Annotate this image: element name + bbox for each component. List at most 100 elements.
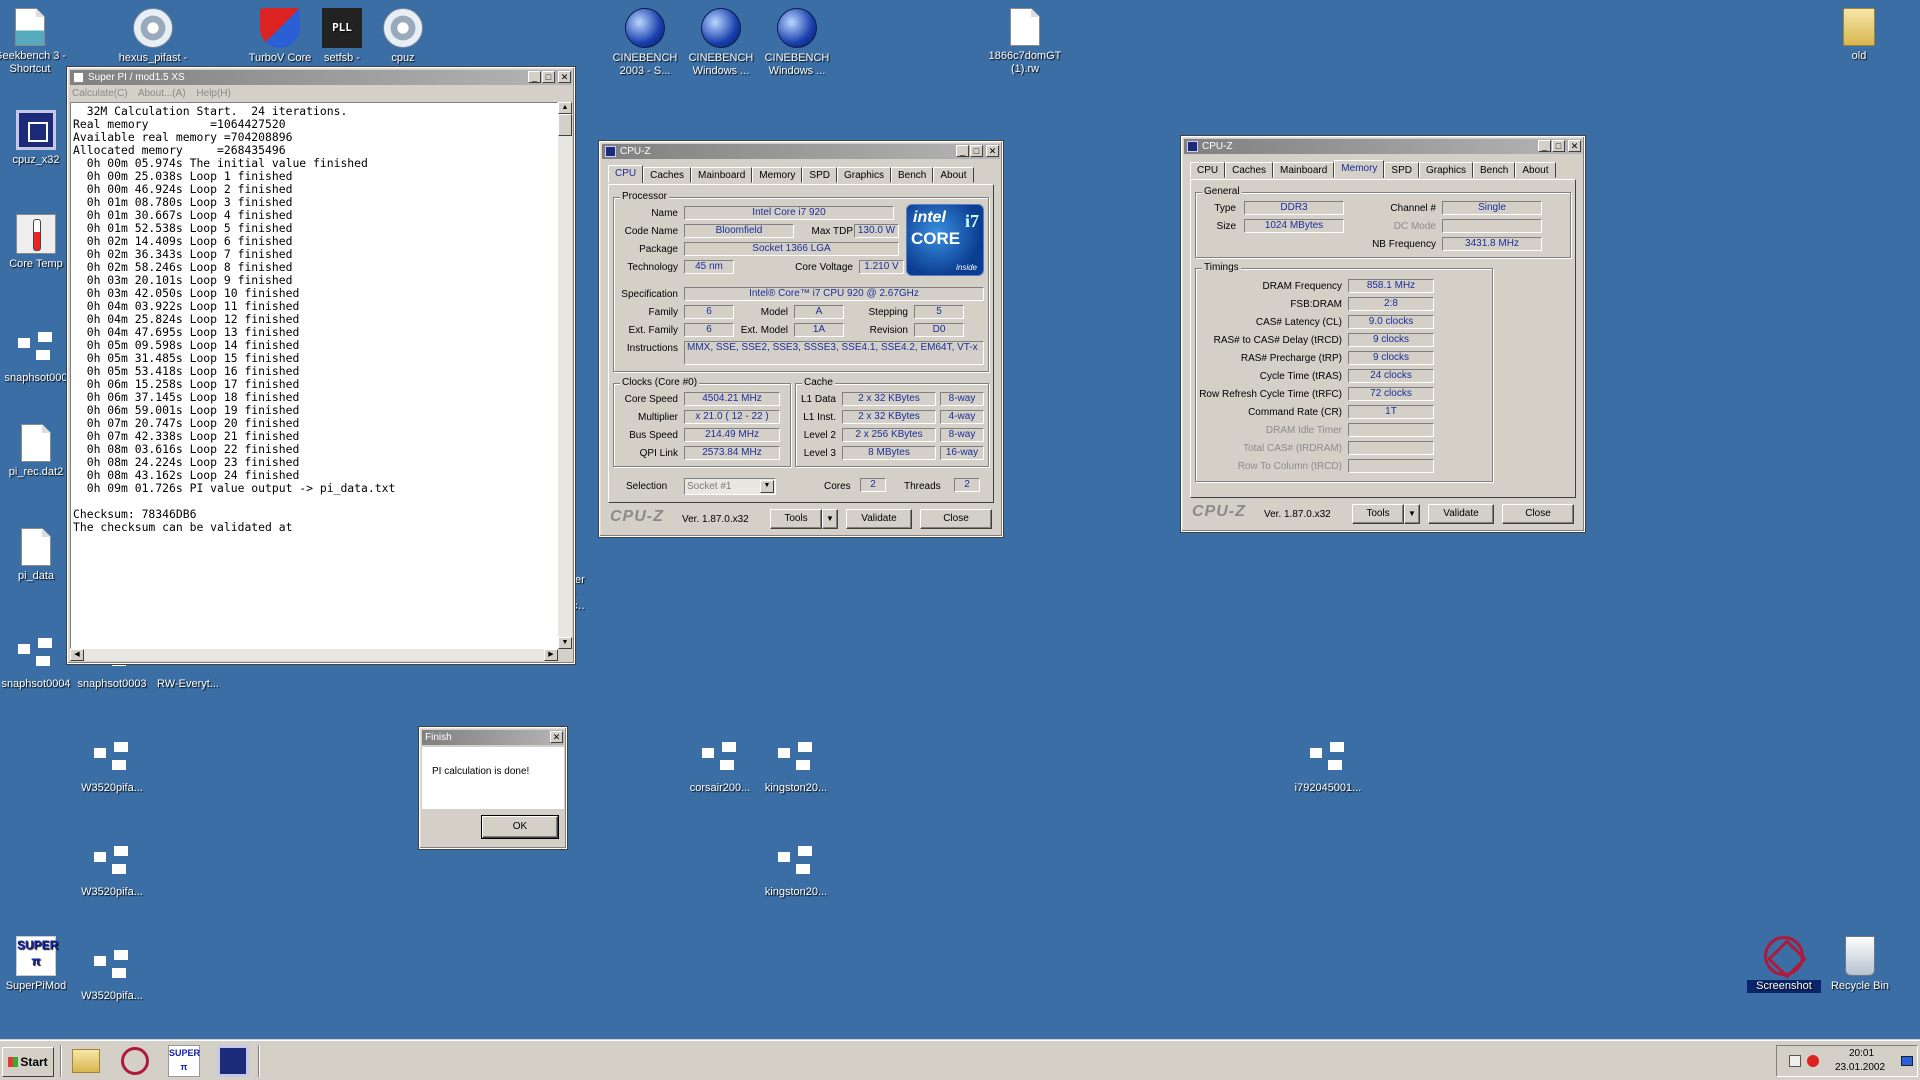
- package-value: Socket 1366 LGA: [684, 242, 899, 256]
- chevron-down-icon[interactable]: ▼: [760, 480, 774, 493]
- finish-message: PI calculation is done!: [432, 766, 530, 777]
- tools-dropdown-icon[interactable]: ▼: [1404, 504, 1420, 524]
- network-icon: [700, 738, 740, 778]
- desktop-icon-recycle-bin[interactable]: Recycle Bin: [1823, 936, 1897, 993]
- network-warning-icon[interactable]: [1789, 1055, 1801, 1067]
- desktop-icon-cpuz[interactable]: cpuz: [366, 8, 440, 65]
- tab-mainboard[interactable]: Mainboard: [1273, 162, 1335, 178]
- scroll-thumb[interactable]: [558, 114, 572, 136]
- close-button[interactable]: ✕: [558, 71, 571, 83]
- scroll-left-icon[interactable]: ◀: [70, 649, 84, 661]
- tab-mainboard[interactable]: Mainboard: [691, 167, 753, 183]
- clock-date[interactable]: 23.01.2002: [1835, 1062, 1885, 1073]
- minimize-button[interactable]: _: [956, 145, 969, 157]
- quicklaunch-superpi[interactable]: SUPER π: [166, 1045, 202, 1077]
- tab-caches[interactable]: Caches: [1225, 162, 1274, 178]
- tools-button[interactable]: Tools: [770, 509, 822, 529]
- desktop-icon-screenshot[interactable]: Screenshot: [1747, 936, 1821, 993]
- desktop-icon-kingston-1[interactable]: kingston20...: [759, 738, 833, 795]
- desktop-icon-i792[interactable]: i792045001...: [1291, 738, 1365, 795]
- tab-graphics[interactable]: Graphics: [1418, 162, 1473, 178]
- desktop-icon-superpimod[interactable]: SUPER π SuperPiMod: [0, 936, 73, 993]
- tools-button[interactable]: Tools: [1352, 504, 1404, 524]
- tab-memory[interactable]: Memory: [752, 167, 803, 183]
- maximize-button[interactable]: □: [970, 145, 983, 157]
- desktop-icon-old[interactable]: old: [1822, 8, 1896, 63]
- desktop-icon-geekbench[interactable]: Geekbench 3 - Shortcut: [0, 8, 67, 76]
- tab-graphics[interactable]: Graphics: [836, 167, 891, 183]
- specification-value: Intel® Core™ i7 CPU 920 @ 2.67GHz: [684, 287, 984, 301]
- desktop-icon-cinebench-win1[interactable]: CINEBENCH Windows ...: [684, 8, 758, 78]
- cpuz-cpu-titlebar[interactable]: CPU-Z _ □ ✕: [602, 144, 1000, 159]
- tab-bench[interactable]: Bench: [1473, 162, 1516, 178]
- tab-bench[interactable]: Bench: [891, 167, 934, 183]
- superpi-titlebar[interactable]: Super PI / mod1.5 XS _ □ ✕: [70, 70, 572, 85]
- tab-about[interactable]: About: [1515, 162, 1556, 178]
- timing-value: 24 clocks: [1348, 369, 1434, 383]
- desktop-icon-kingston-2[interactable]: kingston20...: [759, 842, 833, 899]
- scroll-right-icon[interactable]: ▶: [544, 649, 558, 661]
- tab-caches[interactable]: Caches: [643, 167, 692, 183]
- minimize-button[interactable]: _: [1538, 140, 1551, 152]
- show-desktop-icon[interactable]: [1901, 1056, 1913, 1066]
- horizontal-scrollbar[interactable]: ◀ ▶: [70, 649, 558, 661]
- desktop-icon-snaphsot0004[interactable]: snaphsot0004: [0, 634, 73, 691]
- tab-cpu[interactable]: CPU: [1190, 162, 1226, 178]
- maximize-button[interactable]: □: [1552, 140, 1565, 152]
- superpi-output[interactable]: 32M Calculation Start. 24 iterations. Rea…: [70, 102, 558, 649]
- menu-about[interactable]: About...(A): [138, 88, 186, 99]
- timing-label: Cycle Time (tRAS): [1259, 371, 1342, 382]
- desktop-icon-w3520-a[interactable]: W3520pifa...: [75, 738, 149, 795]
- quicklaunch-cpuz[interactable]: [215, 1045, 251, 1077]
- desktop-icon-w3520-b[interactable]: W3520pifa...: [75, 842, 149, 899]
- desktop-icon-hexus[interactable]: hexus_pifast -: [116, 8, 190, 65]
- tab-spd[interactable]: SPD: [802, 167, 837, 183]
- folder-icon: [72, 1049, 100, 1073]
- close-button[interactable]: ✕: [550, 731, 563, 743]
- cpuz-memory-titlebar[interactable]: CPU-Z _ □ ✕: [1184, 139, 1582, 154]
- desktop-icon-snaphsot000[interactable]: snaphsot000: [0, 328, 73, 385]
- vertical-scrollbar[interactable]: ▲ ▼: [558, 102, 572, 649]
- validate-button[interactable]: Validate: [1428, 504, 1494, 524]
- thermometer-icon: [16, 214, 56, 254]
- finish-titlebar[interactable]: Finish ✕: [422, 730, 564, 745]
- l1inst-value: 2 x 32 KBytes: [842, 410, 936, 424]
- scroll-up-icon[interactable]: ▲: [558, 102, 572, 114]
- tab-about[interactable]: About: [933, 167, 974, 183]
- volume-warning-icon[interactable]: [1807, 1055, 1819, 1067]
- ok-button[interactable]: OK: [481, 815, 559, 839]
- general-group: General Type DDR3 Size 1024 MBytes Chann…: [1195, 186, 1571, 258]
- timing-label: Command Rate (CR): [1248, 407, 1342, 418]
- desktop-icon-rw-file[interactable]: 1866c7domGT (1).rw: [988, 8, 1062, 76]
- tab-memory[interactable]: Memory: [1334, 160, 1385, 178]
- desktop-icon-pi-data[interactable]: pi_data: [0, 528, 73, 583]
- quicklaunch-explorer[interactable]: [68, 1045, 104, 1077]
- desktop-icon-corsair[interactable]: corsair200...: [683, 738, 757, 795]
- memory-type-value: DDR3: [1244, 201, 1344, 215]
- menu-help[interactable]: Help(H): [196, 88, 230, 99]
- quicklaunch-screenshot[interactable]: [117, 1045, 153, 1077]
- close-window-button[interactable]: Close: [920, 509, 992, 529]
- validate-button[interactable]: Validate: [846, 509, 912, 529]
- clock-time[interactable]: 20:01: [1849, 1048, 1874, 1059]
- scroll-down-icon[interactable]: ▼: [558, 637, 572, 649]
- start-button[interactable]: Start: [2, 1047, 54, 1077]
- desktop-icon-cpuz-x32[interactable]: cpuz_x32: [0, 110, 73, 167]
- close-button[interactable]: ✕: [1568, 140, 1581, 152]
- desktop-icon-cinebench-win2[interactable]: CINEBENCH Windows ...: [760, 8, 834, 78]
- tools-dropdown-icon[interactable]: ▼: [822, 509, 838, 529]
- maximize-button[interactable]: □: [542, 71, 555, 83]
- desktop-icon-w3520-c[interactable]: W3520pifa...: [75, 946, 149, 1003]
- close-button[interactable]: ✕: [986, 145, 999, 157]
- desktop-icon-coretemp[interactable]: Core Temp: [0, 214, 73, 271]
- desktop-icon-pi-rec[interactable]: pi_rec.dat2: [0, 424, 73, 479]
- close-window-button[interactable]: Close: [1502, 504, 1574, 524]
- network-icon: [16, 328, 56, 368]
- desktop-icon-cinebench-2003[interactable]: CINEBENCH 2003 - S...: [608, 8, 682, 78]
- tab-spd[interactable]: SPD: [1384, 162, 1419, 178]
- tab-cpu[interactable]: CPU: [608, 165, 644, 183]
- minimize-button[interactable]: _: [528, 71, 541, 83]
- menu-calculate[interactable]: Calculate(C): [72, 88, 128, 99]
- desktop-icon-partial[interactable]: ter - cut: [572, 574, 592, 613]
- cpuz-cpu-window: CPU-Z _ □ ✕ CPU Caches Mainboard Memory …: [598, 140, 1004, 538]
